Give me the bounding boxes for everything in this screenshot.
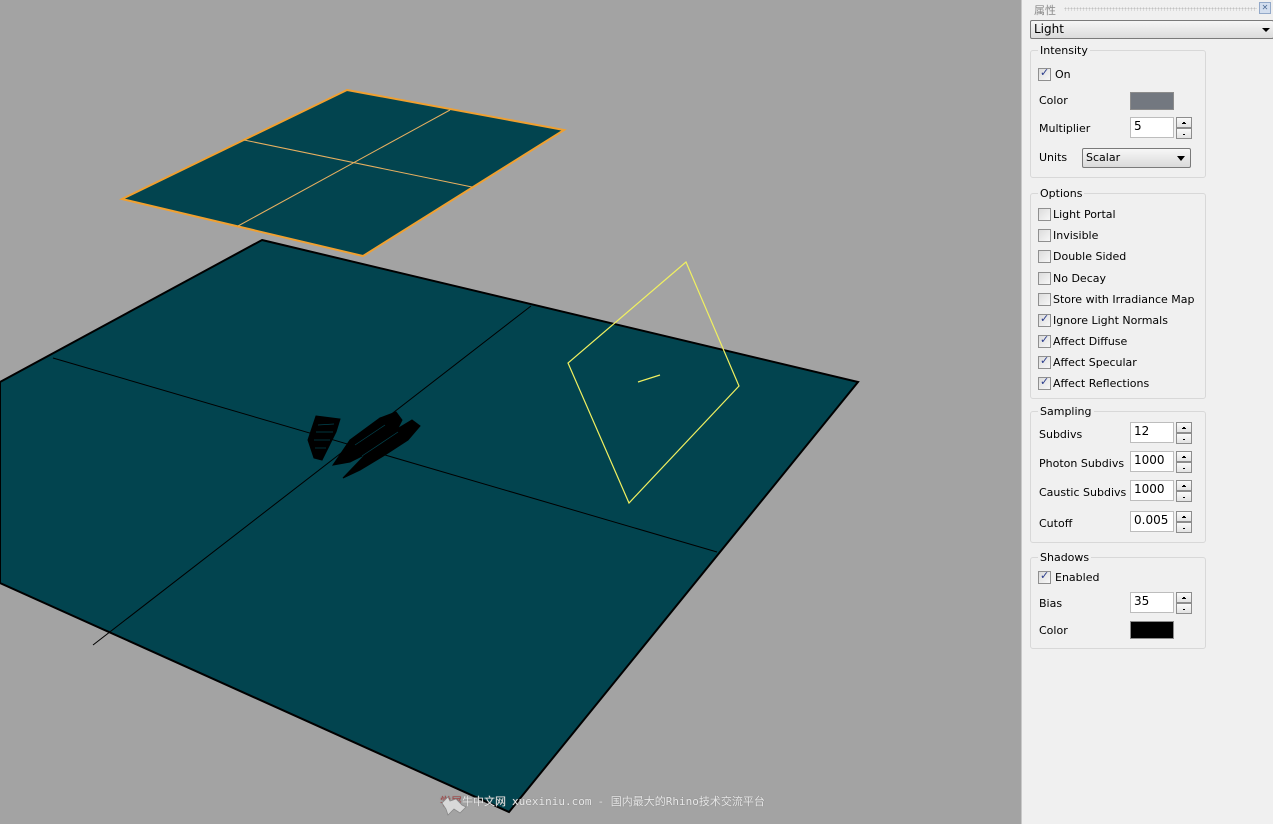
affect-specular-checkbox[interactable]	[1038, 354, 1051, 369]
light-portal-label: Light Portal	[1053, 208, 1116, 221]
store-irradiance-label: Store with Irradiance Map	[1053, 293, 1195, 306]
caustic-subdivs-label: Caustic Subdivs	[1039, 486, 1127, 499]
spin-up-icon[interactable]	[1176, 592, 1192, 603]
bias-spinner[interactable]	[1176, 592, 1192, 614]
intensity-group: Intensity On Color Multiplier 5 Units Sc…	[1030, 44, 1206, 178]
shadows-enabled-checkbox[interactable]	[1038, 569, 1051, 584]
cutoff-spinner[interactable]	[1176, 511, 1192, 533]
cutoff-input[interactable]: 0.005	[1130, 511, 1174, 532]
double-sided-checkbox[interactable]	[1038, 250, 1051, 263]
object-type-value: Light	[1034, 22, 1064, 36]
watermark: 学犀牛中文网 xuexiniu.com - 国内最大的Rhino技术交流平台	[440, 793, 765, 816]
options-group: Options Light Portal Invisible Double Si…	[1030, 187, 1206, 399]
subdivs-label: Subdivs	[1039, 428, 1083, 441]
spin-down-icon[interactable]	[1176, 522, 1192, 533]
chevron-down-icon	[1262, 28, 1270, 32]
object-type-dropdown[interactable]: Light	[1030, 20, 1273, 39]
affect-diffuse-checkbox[interactable]	[1038, 333, 1051, 348]
intensity-color-label: Color	[1039, 94, 1068, 107]
invisible-label: Invisible	[1053, 229, 1099, 242]
spin-up-icon[interactable]	[1176, 480, 1192, 491]
sampling-group-title: Sampling	[1038, 405, 1094, 418]
spin-up-icon[interactable]	[1176, 511, 1192, 522]
on-checkbox[interactable]	[1038, 66, 1051, 81]
spin-down-icon[interactable]	[1176, 462, 1192, 473]
selected-plane[interactable]	[119, 88, 567, 258]
spin-down-icon[interactable]	[1176, 128, 1192, 139]
3d-viewport[interactable]: 学犀牛中文网 xuexiniu.com - 国内最大的Rhino技术交流平台	[0, 0, 1021, 824]
watermark-tagline: - 国内最大的Rhino技术交流平台	[597, 795, 765, 808]
caustic-subdivs-input[interactable]: 1000	[1130, 480, 1174, 501]
store-irradiance-checkbox[interactable]	[1038, 293, 1051, 306]
spin-down-icon[interactable]	[1176, 433, 1192, 444]
units-label: Units	[1039, 151, 1068, 164]
photon-subdivs-input[interactable]: 1000	[1130, 451, 1174, 472]
spin-up-icon[interactable]	[1176, 451, 1192, 462]
spin-up-icon[interactable]	[1176, 422, 1192, 433]
panel-title: 属性	[1034, 4, 1056, 17]
shadows-group-title: Shadows	[1038, 551, 1092, 564]
affect-specular-label: Affect Specular	[1053, 356, 1137, 369]
spin-up-icon[interactable]	[1176, 117, 1192, 128]
photon-subdivs-spinner[interactable]	[1176, 451, 1192, 473]
sampling-group: Sampling Subdivs 12 Photon Subdivs 1000 …	[1030, 405, 1206, 543]
selected-plane-surface[interactable]	[119, 88, 567, 258]
properties-panel: 属性 ✕ Light Intensity On Color Multiplier…	[1021, 0, 1273, 824]
units-value: Scalar	[1086, 151, 1121, 164]
ignore-light-normals-label: Ignore Light Normals	[1053, 314, 1168, 327]
shadow-color-swatch[interactable]	[1130, 621, 1174, 639]
affect-reflections-checkbox[interactable]	[1038, 375, 1051, 390]
rhino-logo-icon	[441, 796, 467, 816]
shadows-enabled-label: Enabled	[1055, 571, 1100, 584]
viewport-canvas[interactable]	[0, 0, 1021, 824]
close-icon[interactable]: ✕	[1259, 2, 1271, 14]
invisible-checkbox[interactable]	[1038, 229, 1051, 242]
on-label: On	[1055, 68, 1071, 81]
multiplier-input[interactable]: 5	[1130, 117, 1174, 138]
intensity-group-title: Intensity	[1038, 44, 1090, 57]
bias-input[interactable]: 35	[1130, 592, 1174, 613]
multiplier-label: Multiplier	[1039, 122, 1091, 135]
watermark-url: xuexiniu.com	[512, 794, 592, 808]
affect-reflections-label: Affect Reflections	[1053, 377, 1150, 390]
spin-down-icon[interactable]	[1176, 603, 1192, 614]
multiplier-spinner[interactable]	[1176, 117, 1192, 139]
caustic-subdivs-spinner[interactable]	[1176, 480, 1192, 502]
spin-down-icon[interactable]	[1176, 491, 1192, 502]
cutoff-label: Cutoff	[1039, 517, 1073, 530]
subdivs-input[interactable]: 12	[1130, 422, 1174, 443]
light-portal-checkbox[interactable]	[1038, 208, 1051, 221]
no-decay-label: No Decay	[1053, 272, 1106, 285]
double-sided-label: Double Sided	[1053, 250, 1127, 263]
ignore-light-normals-checkbox[interactable]	[1038, 312, 1051, 327]
subdivs-spinner[interactable]	[1176, 422, 1192, 444]
units-dropdown[interactable]: Scalar	[1082, 148, 1191, 168]
bias-label: Bias	[1039, 597, 1063, 610]
panel-drag-handle[interactable]	[1064, 7, 1257, 11]
shadow-color-label: Color	[1039, 624, 1068, 637]
ground-plane-surface[interactable]	[0, 238, 860, 814]
photon-subdivs-label: Photon Subdivs	[1039, 457, 1125, 470]
intensity-color-swatch[interactable]	[1130, 92, 1174, 110]
chevron-down-icon	[1177, 156, 1185, 161]
no-decay-checkbox[interactable]	[1038, 272, 1051, 285]
ground-plane[interactable]	[0, 238, 860, 814]
affect-diffuse-label: Affect Diffuse	[1053, 335, 1128, 348]
shadows-group: Shadows Enabled Bias 35 Color	[1030, 551, 1206, 649]
options-group-title: Options	[1038, 187, 1085, 200]
